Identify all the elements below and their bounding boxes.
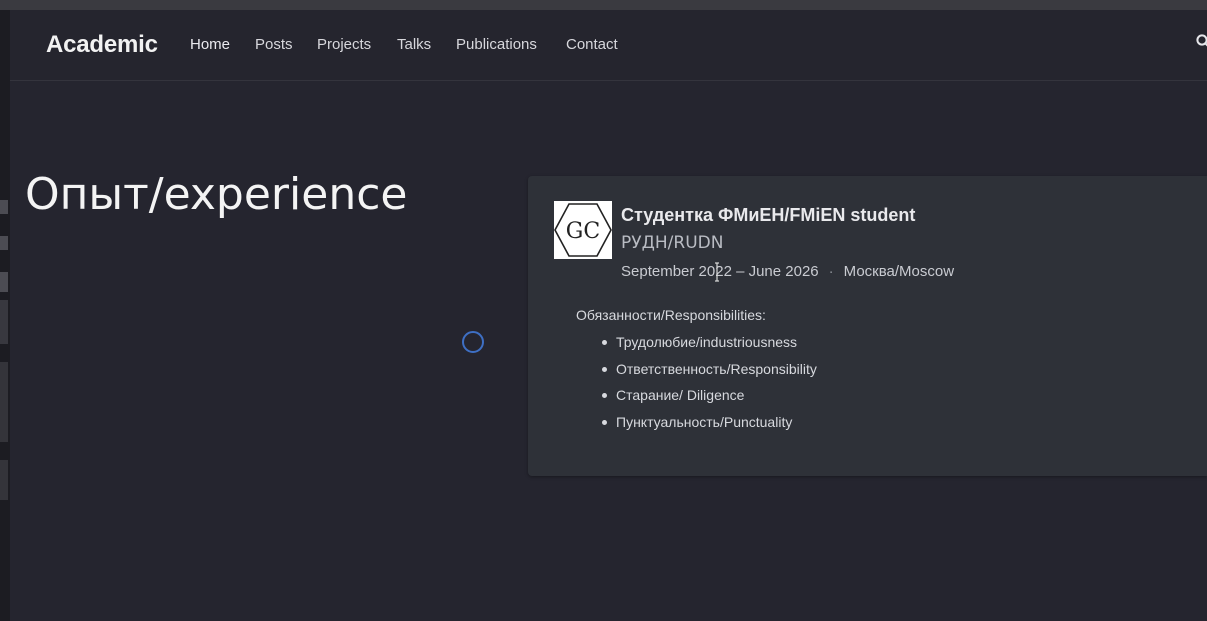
bullet-icon	[602, 340, 607, 345]
experience-location: Москва/Moscow	[843, 263, 955, 280]
background-window-edge	[0, 10, 10, 621]
list-item: Пунктуальность/Punctuality	[598, 409, 817, 436]
experience-organization: РУДН/RUDN	[621, 233, 724, 253]
window-fragment	[0, 300, 8, 344]
responsibility-text: Старание/ Diligence	[616, 387, 745, 403]
window-fragment	[0, 272, 8, 292]
responsibility-text: Пунктуальность/Punctuality	[616, 413, 793, 430]
page-title: Опыт/experience	[25, 169, 408, 220]
text-cursor-icon	[715, 262, 719, 282]
nav-link-posts[interactable]: Posts	[255, 36, 293, 53]
responsibilities-list: Трудолюбие/industriousness Ответственнос…	[598, 329, 817, 435]
bullet-icon	[602, 419, 607, 425]
responsibility-text: Трудолюбие/industriousness	[616, 334, 798, 350]
nav-link-publications[interactable]: Publications	[456, 36, 537, 53]
experience-dates: September 2022 – June 2026	[621, 263, 819, 280]
responsibilities-heading: Обязанности/Responsibilities:	[576, 307, 766, 323]
navbar: Academic Home Posts Projects Talks Publi…	[10, 10, 1207, 81]
list-item: Ответственность/Responsibility	[598, 356, 817, 383]
window-fragment	[0, 236, 8, 250]
brand-logo[interactable]: Academic	[46, 31, 158, 59]
responsibility-text: Ответственность/Responsibility	[616, 360, 817, 377]
nav-link-talks[interactable]: Talks	[397, 36, 431, 53]
meta-separator: ·	[828, 263, 834, 280]
window-fragment	[0, 460, 8, 500]
list-item: Старание/ Diligence	[598, 382, 817, 409]
nav-link-projects[interactable]: Projects	[317, 36, 371, 53]
experience-title: Студентка ФМиЕН/FMiEN student	[621, 205, 916, 225]
organization-logo-text: GC	[566, 219, 600, 244]
bullet-icon	[602, 393, 607, 398]
nav-link-home[interactable]: Home	[190, 36, 230, 53]
list-item: Трудолюбие/industriousness	[598, 329, 817, 356]
window-fragment	[0, 362, 8, 442]
organization-logo: GC	[554, 201, 612, 259]
nav-link-contact[interactable]: Contact	[566, 36, 618, 53]
window-fragment	[0, 200, 8, 214]
search-icon[interactable]	[1196, 34, 1207, 48]
bullet-icon	[602, 366, 607, 372]
bookmarks-bar	[0, 0, 1207, 10]
loading-indicator	[462, 331, 484, 353]
experience-card: GC Студентка ФМиЕН/FMiEN student РУДН/RU…	[528, 176, 1207, 476]
experience-meta: September 2022 – June 2026 · Москва/Moscow	[621, 263, 954, 280]
